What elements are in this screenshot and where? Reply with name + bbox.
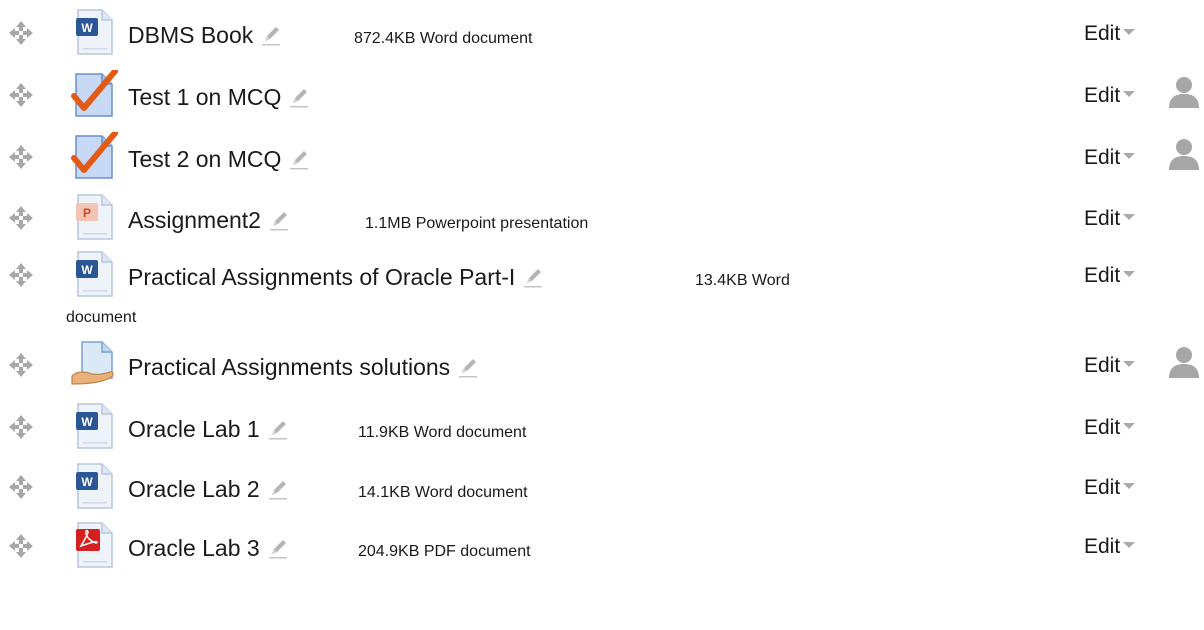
activity-name: Practical Assignments solutions <box>128 354 451 380</box>
caret-down-icon <box>1123 29 1136 35</box>
edit-menu-button[interactable]: Edit <box>1084 22 1136 46</box>
edit-label: Edit <box>1084 207 1121 230</box>
edit-label: Edit <box>1084 476 1121 499</box>
activity-link[interactable]: Oracle Lab 1 <box>128 416 290 443</box>
edit-menu-button[interactable]: Edit <box>1084 354 1136 378</box>
caret-down-icon <box>1123 214 1136 220</box>
edit-title-pencil-icon[interactable] <box>259 23 283 47</box>
activity-link[interactable]: Oracle Lab 2 <box>128 476 290 503</box>
activity-row: W Oracle Lab 1 11.9KB Word document Edit <box>0 402 1204 462</box>
activity-name: Practical Assignments of Oracle Part-I <box>128 264 516 290</box>
person-icon[interactable] <box>1167 346 1201 378</box>
caret-down-icon <box>1123 153 1136 159</box>
person-icon[interactable] <box>1167 138 1201 170</box>
person-icon[interactable] <box>1167 76 1201 108</box>
edit-menu-button[interactable]: Edit <box>1084 476 1136 500</box>
svg-text:W: W <box>81 415 93 429</box>
file-info-continued: document <box>66 309 137 326</box>
activity-row: W Practical Assignments of Oracle Part-I… <box>0 250 1204 326</box>
file-info: 204.9KB PDF document <box>358 543 531 560</box>
edit-menu-button[interactable]: Edit <box>1084 535 1136 559</box>
edit-label: Edit <box>1084 535 1121 558</box>
activity-name: Test 1 on MCQ <box>128 84 282 110</box>
edit-menu-button[interactable]: Edit <box>1084 207 1136 231</box>
activity-row: Oracle Lab 3 204.9KB PDF document Edit <box>0 521 1204 581</box>
edit-title-pencil-icon[interactable] <box>287 147 311 171</box>
caret-down-icon <box>1123 91 1136 97</box>
edit-label: Edit <box>1084 416 1121 439</box>
caret-down-icon <box>1123 542 1136 548</box>
edit-menu-button[interactable]: Edit <box>1084 264 1136 288</box>
word-file-icon[interactable]: W <box>70 462 118 510</box>
edit-title-pencil-icon[interactable] <box>456 355 480 379</box>
activity-name: Oracle Lab 2 <box>128 476 260 502</box>
move-icon[interactable] <box>8 474 34 500</box>
word-file-icon[interactable]: W <box>70 250 118 298</box>
edit-title-pencil-icon[interactable] <box>266 417 290 441</box>
activity-link[interactable]: Test 2 on MCQ <box>128 146 311 173</box>
file-info: 872.4KB Word document <box>354 30 533 47</box>
activity-row: Test 1 on MCQ Edit <box>0 67 1204 130</box>
move-icon[interactable] <box>8 144 34 170</box>
edit-title-pencil-icon[interactable] <box>287 85 311 109</box>
svg-text:P: P <box>83 206 91 220</box>
activity-row: Test 2 on MCQ Edit <box>0 129 1204 192</box>
file-info: 11.9KB Word document <box>358 424 527 441</box>
word-file-icon[interactable]: W <box>70 402 118 450</box>
svg-text:W: W <box>81 475 93 489</box>
activity-link[interactable]: DBMS Book <box>128 22 283 49</box>
edit-title-pencil-icon[interactable] <box>266 536 290 560</box>
edit-menu-button[interactable]: Edit <box>1084 84 1136 108</box>
edit-label: Edit <box>1084 264 1121 287</box>
activity-link[interactable]: Practical Assignments solutions <box>128 354 480 381</box>
caret-down-icon <box>1123 423 1136 429</box>
activity-row: W DBMS Book 872.4KB Word document Edit <box>0 8 1204 68</box>
activity-link[interactable]: Assignment2 <box>128 207 291 234</box>
activity-row: P Assignment2 1.1MB Powerpoint presentati… <box>0 193 1204 253</box>
move-icon[interactable] <box>8 20 34 46</box>
activity-link[interactable]: Practical Assignments of Oracle Part-I <box>128 264 545 291</box>
pdf-file-icon[interactable] <box>70 521 118 569</box>
activity-name: Test 2 on MCQ <box>128 146 282 172</box>
activity-name: Oracle Lab 3 <box>128 535 260 561</box>
activity-name: Oracle Lab 1 <box>128 416 260 442</box>
file-info: 13.4KB Word <box>695 272 790 289</box>
edit-label: Edit <box>1084 354 1121 377</box>
quiz-icon[interactable] <box>70 129 119 180</box>
activity-name: DBMS Book <box>128 22 254 48</box>
assignment-icon[interactable] <box>70 340 118 388</box>
caret-down-icon <box>1123 271 1136 277</box>
move-icon[interactable] <box>8 352 34 378</box>
caret-down-icon <box>1123 483 1136 489</box>
edit-title-pencil-icon[interactable] <box>267 208 291 232</box>
svg-text:W: W <box>81 21 93 35</box>
powerpoint-file-icon[interactable]: P <box>70 193 118 241</box>
quiz-icon[interactable] <box>70 67 119 118</box>
edit-label: Edit <box>1084 146 1121 169</box>
move-icon[interactable] <box>8 82 34 108</box>
activity-row: W Oracle Lab 2 14.1KB Word document Edit <box>0 462 1204 522</box>
move-icon[interactable] <box>8 533 34 559</box>
edit-label: Edit <box>1084 22 1121 45</box>
file-info: 14.1KB Word document <box>358 484 528 501</box>
activity-link[interactable]: Test 1 on MCQ <box>128 84 311 111</box>
edit-menu-button[interactable]: Edit <box>1084 146 1136 170</box>
edit-label: Edit <box>1084 84 1121 107</box>
file-info: 1.1MB Powerpoint presentation <box>365 215 589 232</box>
edit-menu-button[interactable]: Edit <box>1084 416 1136 440</box>
edit-title-pencil-icon[interactable] <box>521 265 545 289</box>
move-icon[interactable] <box>8 205 34 231</box>
activity-name: Assignment2 <box>128 207 261 233</box>
activity-link[interactable]: Oracle Lab 3 <box>128 535 290 562</box>
caret-down-icon <box>1123 361 1136 367</box>
move-icon[interactable] <box>8 414 34 440</box>
activity-row: Practical Assignments solutions Edit <box>0 340 1204 400</box>
word-file-icon[interactable]: W <box>70 8 118 56</box>
svg-text:W: W <box>81 263 93 277</box>
edit-title-pencil-icon[interactable] <box>266 477 290 501</box>
move-icon[interactable] <box>8 262 34 288</box>
